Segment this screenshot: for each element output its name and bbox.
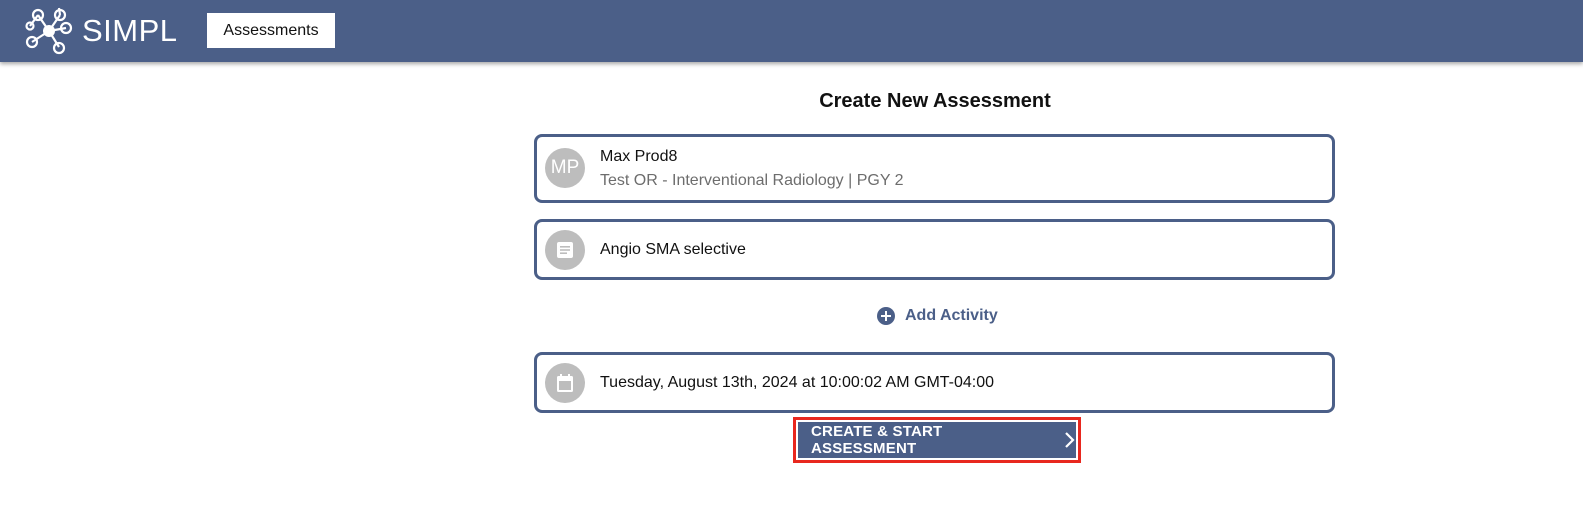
calendar-icon xyxy=(545,363,585,403)
trainee-card[interactable]: MP Max Prod8 Test OR - Interventional Ra… xyxy=(534,134,1335,203)
top-app-bar: SIMPL Assessments xyxy=(0,0,1583,62)
activity-name: Angio SMA selective xyxy=(600,241,746,258)
create-start-label: CREATE & START ASSESSMENT xyxy=(811,423,943,457)
page-title: Create New Assessment xyxy=(819,90,1051,112)
brand-logo[interactable]: SIMPL xyxy=(22,4,178,58)
trainee-details: Test OR - Interventional Radiology | PGY… xyxy=(600,172,904,189)
document-icon xyxy=(545,230,585,270)
brand-name: SIMPL xyxy=(82,13,178,48)
avatar: MP xyxy=(545,148,585,188)
add-activity-label: Add Activity xyxy=(905,307,998,324)
chevron-right-icon xyxy=(1064,431,1076,449)
molecule-network-icon xyxy=(22,4,74,58)
add-activity-button[interactable]: Add Activity xyxy=(877,305,998,327)
plus-circle-icon xyxy=(877,307,895,325)
trainee-name: Max Prod8 xyxy=(600,148,678,165)
nav-tab-assessments[interactable]: Assessments xyxy=(207,13,335,48)
activity-card[interactable]: Angio SMA selective xyxy=(534,219,1335,280)
create-start-assessment-button[interactable]: CREATE & START ASSESSMENT xyxy=(798,422,1076,458)
date-card[interactable]: Tuesday, August 13th, 2024 at 10:00:02 A… xyxy=(534,352,1335,413)
date-value: Tuesday, August 13th, 2024 at 10:00:02 A… xyxy=(600,374,995,391)
